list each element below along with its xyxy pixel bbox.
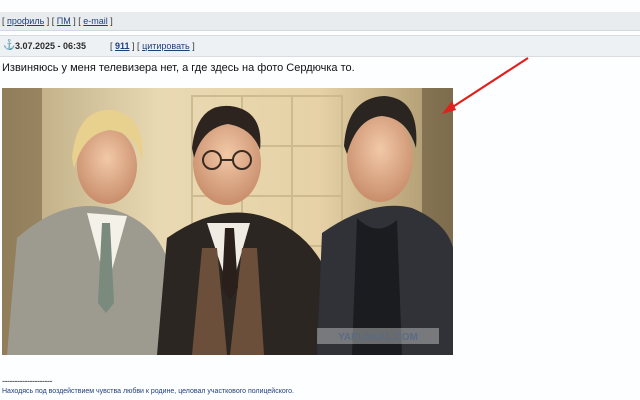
post-header: ⚓ 3.07.2025 - 06:35 [ 911 ] [ цитировать… (0, 35, 640, 57)
post-date: 3.07.2025 - 06:35 (15, 41, 87, 51)
previous-post-footer: [ профиль ] [ ПМ ] [ e-mail ] (0, 12, 640, 31)
previous-post-links: [ профиль ] [ ПМ ] [ e-mail ] (2, 16, 113, 26)
post-number-link[interactable]: 911 (115, 41, 130, 51)
signature-text: Находясь под воздействием чувства любви … (2, 388, 294, 395)
post-photo[interactable]: YAPLAKAL.COM (2, 88, 453, 355)
signature-separator: -------------------- (2, 376, 52, 386)
photo-illustration: YAPLAKAL.COM (2, 88, 453, 355)
photo-watermark: YAPLAKAL.COM (317, 328, 439, 344)
watermark-text: YAPLAKAL.COM (338, 332, 418, 343)
post-body-text: Извиняюсь у меня телевизера нет, а где з… (2, 62, 355, 74)
pm-link[interactable]: ПМ (57, 16, 71, 26)
post-actions: [ 911 ] [ цитировать ] (110, 41, 195, 51)
email-link[interactable]: e-mail (83, 16, 108, 26)
anchor-icon[interactable]: ⚓ (3, 36, 15, 56)
quote-link[interactable]: цитировать (142, 41, 190, 51)
profile-link[interactable]: профиль (7, 16, 44, 26)
